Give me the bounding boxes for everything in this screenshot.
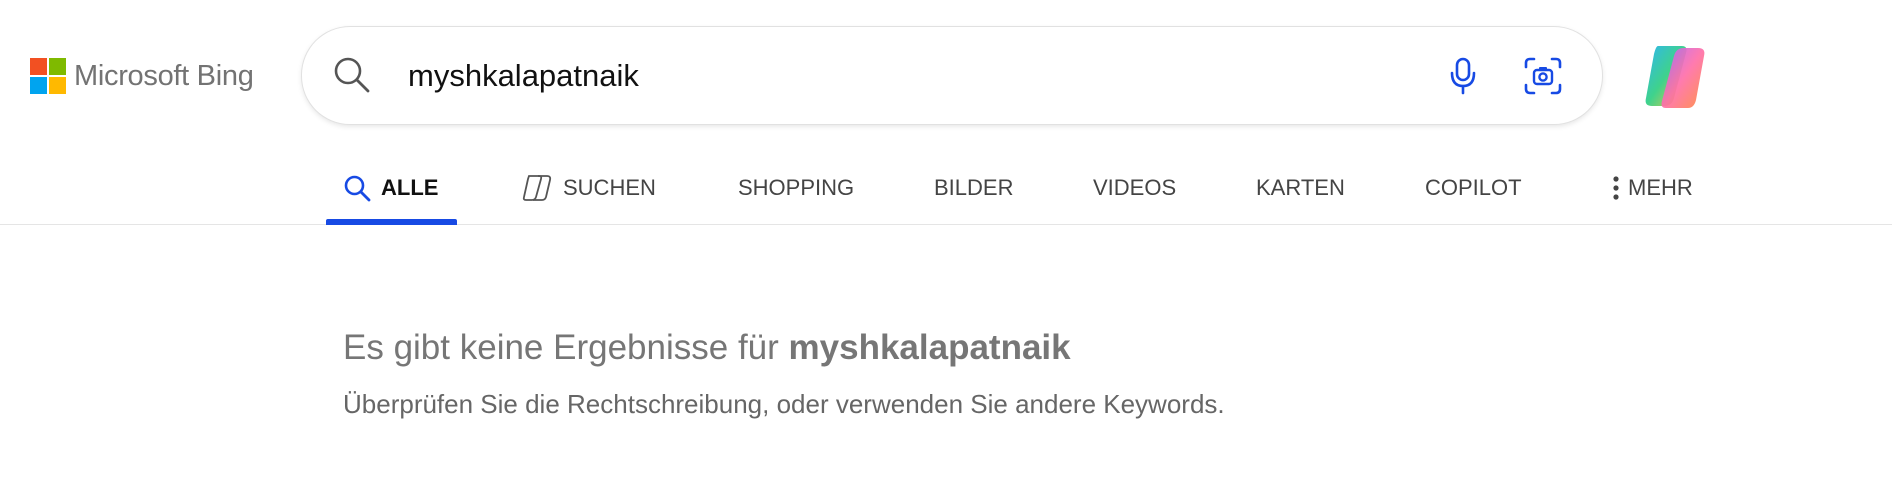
microphone-icon xyxy=(1450,57,1476,95)
search-icon[interactable] xyxy=(332,55,372,95)
search-tabs: ALLE SUCHEN SHOPPING BILDER VIDEOS KARTE… xyxy=(0,150,1892,225)
copilot-search-icon xyxy=(522,174,552,201)
tab-label: MEHR xyxy=(1628,174,1693,200)
tab-copilot[interactable]: COPILOT xyxy=(1425,150,1522,225)
tab-label: COPILOT xyxy=(1425,174,1522,200)
tab-shopping[interactable]: SHOPPING xyxy=(738,150,854,225)
tab-karten[interactable]: KARTEN xyxy=(1256,150,1345,225)
visual-search-icon xyxy=(1524,57,1562,95)
tab-label: ALLE xyxy=(381,174,439,200)
no-results-message: Es gibt keine Ergebnisse für myshkalapat… xyxy=(343,325,1743,421)
tab-mehr[interactable]: MEHR xyxy=(1612,150,1693,225)
logo-text: Microsoft Bing xyxy=(74,59,254,92)
tab-alle[interactable]: ALLE xyxy=(343,150,438,225)
search-box xyxy=(302,27,1602,124)
tab-label: SUCHEN xyxy=(563,174,656,200)
more-vertical-icon xyxy=(1613,175,1619,200)
microphone-button[interactable] xyxy=(1442,55,1484,97)
no-results-query: myshkalapatnaik xyxy=(788,328,1071,367)
tab-videos[interactable]: VIDEOS xyxy=(1093,150,1176,225)
active-tab-indicator xyxy=(326,219,457,225)
no-results-hint: Überprüfen Sie die Rechtschreibung, oder… xyxy=(343,389,1225,419)
tab-bilder[interactable]: BILDER xyxy=(934,150,1013,225)
copilot-logo-icon[interactable] xyxy=(1638,40,1712,114)
bing-logo[interactable]: Microsoft Bing xyxy=(30,58,254,94)
tab-label: KARTEN xyxy=(1256,174,1345,200)
search-icon xyxy=(344,175,371,201)
header: Microsoft Bing xyxy=(0,0,1892,150)
no-results-prefix: Es gibt keine Ergebnisse für xyxy=(343,328,779,367)
bing-results-page: Microsoft Bing myshkalapatnaik ALLE SUCH… xyxy=(0,0,1892,500)
tab-label: VIDEOS xyxy=(1093,174,1177,200)
tab-suchen[interactable]: SUCHEN xyxy=(521,150,656,225)
tab-label: BILDER xyxy=(934,174,1014,200)
microsoft-logo-icon xyxy=(30,58,66,94)
no-results-title: Es gibt keine Ergebnisse für myshkalapat… xyxy=(343,325,1743,371)
visual-search-button[interactable] xyxy=(1522,55,1564,97)
search-input[interactable] xyxy=(406,53,1406,99)
tab-label: SHOPPING xyxy=(738,174,855,200)
